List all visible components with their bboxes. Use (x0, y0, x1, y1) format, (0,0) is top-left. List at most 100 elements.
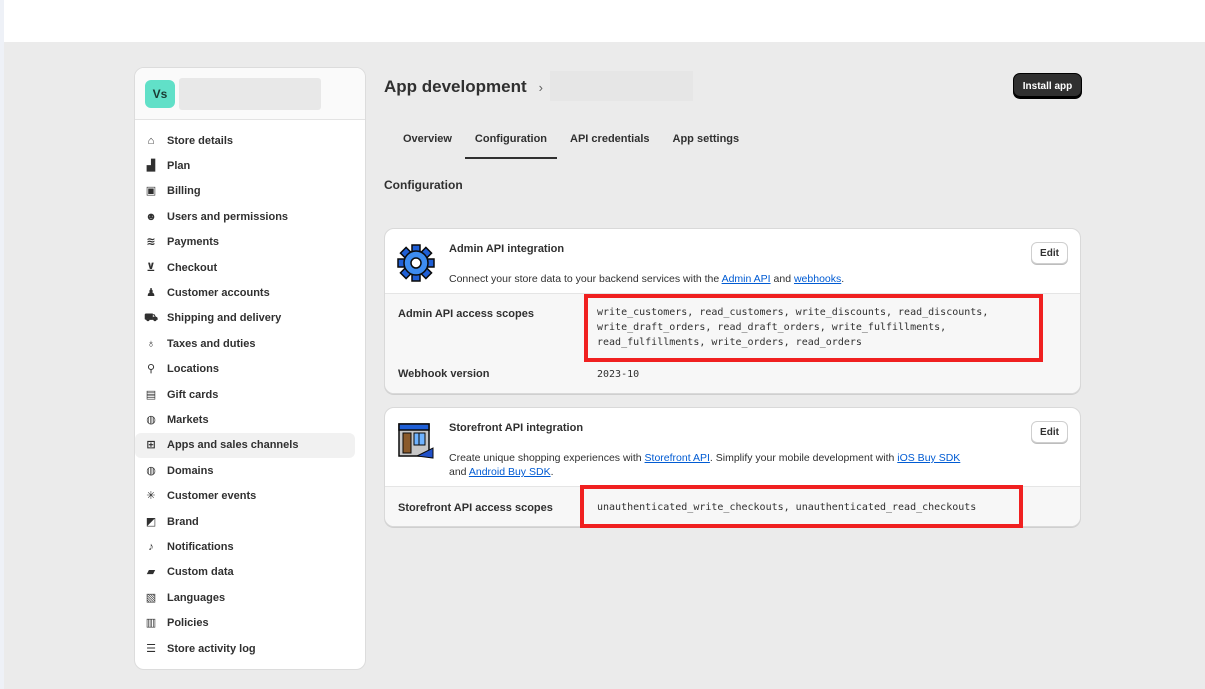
sidebar-item[interactable]: ♁ Taxes and duties (135, 331, 355, 356)
chevron-right-icon: › (538, 79, 543, 95)
sidebar-item[interactable]: ▧ Languages (135, 585, 355, 610)
settings-nav: ⌂ Store details ▟ Plan ▣ Billing ☻ Users and pe… (135, 120, 365, 661)
edit-storefront-api-button[interactable]: Edit (1031, 421, 1068, 443)
desc-text: . (550, 466, 554, 478)
sidebar-item[interactable]: ♟ Customer accounts (135, 280, 355, 305)
admin-api-title: Admin API integration (449, 243, 565, 255)
sidebar-item[interactable]: ☻ Users and permissions (135, 204, 355, 229)
brand-icon: ◩ (145, 515, 157, 528)
webhooks-link[interactable]: webhooks (794, 273, 841, 285)
top-bar (4, 0, 1205, 42)
tab-configuration[interactable]: Configuration (464, 127, 558, 159)
policies-icon: ▥ (145, 617, 157, 630)
gear-icon (397, 244, 435, 282)
sidebar-item[interactable]: ⚲ Locations (135, 357, 355, 382)
sidebar-item-label: Custom data (167, 566, 234, 579)
sidebar-item-label: Payments (167, 236, 219, 249)
sidebar-item[interactable]: ◩ Brand (135, 509, 355, 534)
webhook-value: 2023-10 (597, 369, 640, 380)
sidebar-item-label: Domains (167, 464, 214, 477)
tab-api-credentials[interactable]: API credentials (560, 127, 659, 159)
tab-bar: Overview Configuration API credentials A… (393, 127, 752, 159)
store-name-redacted (179, 77, 321, 110)
sidebar-item-label: Plan (167, 160, 191, 173)
sidebar-item-label: Customer accounts (167, 287, 270, 300)
page-title: App development › (384, 77, 543, 97)
sidebar-item-label: Languages (167, 591, 226, 604)
edit-admin-api-button[interactable]: Edit (1031, 242, 1068, 264)
sidebar-item-label: Shipping and delivery (167, 312, 282, 325)
desc-text: Connect your store data to your backend … (449, 273, 722, 285)
language-icon: ▧ (145, 591, 157, 604)
desc-text: and (770, 273, 794, 285)
events-icon: ✳ (146, 490, 156, 503)
sidebar-item[interactable]: ▥ Policies (135, 610, 355, 635)
sidebar-item-label: Brand (167, 515, 199, 528)
android-buy-sdk-link[interactable]: Android Buy SDK (469, 466, 551, 478)
billing-icon: ▣ (145, 185, 157, 198)
admin-api-link[interactable]: Admin API (722, 273, 771, 285)
desc-text: Create unique shopping experiences with (449, 452, 645, 464)
sidebar-item[interactable]: ▤ Gift cards (135, 382, 355, 407)
store-switcher[interactable]: Vs (135, 68, 365, 120)
sidebar-item-label: Customer events (167, 490, 257, 503)
storefront-api-link[interactable]: Storefront API (645, 452, 710, 464)
plan-icon: ▟ (146, 160, 156, 173)
storefront-scopes-highlight (580, 485, 1023, 528)
tab-overview[interactable]: Overview (393, 127, 462, 159)
list-icon: ☰ (146, 642, 156, 655)
sidebar-item[interactable]: ◍ Domains (135, 458, 355, 483)
webhook-label: Webhook version (398, 368, 490, 380)
storefront-scopes-label: Storefront API access scopes (398, 502, 553, 514)
person-icon: ♟ (146, 287, 156, 300)
sidebar-item-label: Policies (167, 617, 209, 630)
sidebar-item[interactable]: ≋ Payments (135, 230, 355, 255)
sidebar-item[interactable]: ✳ Customer events (135, 483, 355, 508)
sidebar-item[interactable]: ♪ Notifications (135, 534, 355, 559)
globe-icon: ◍ (146, 464, 156, 477)
sidebar-item[interactable]: ⌂ Store details (135, 128, 355, 153)
avatar: Vs (145, 79, 175, 108)
ios-buy-sdk-link[interactable]: iOS Buy SDK (897, 452, 960, 464)
tab-app-settings[interactable]: App settings (663, 127, 750, 159)
sidebar-item-label: Store details (167, 134, 234, 147)
bell-icon: ♪ (148, 540, 154, 553)
settings-sidebar: Vs ⌂ Store details ▟ Plan ▣ Billing ☻ Users and… (134, 67, 366, 670)
sidebar-item[interactable]: ⛟ Shipping and delivery (135, 306, 355, 331)
cart-icon: ⊻ (146, 261, 156, 274)
payments-icon: ≋ (146, 236, 156, 249)
taxes-icon: ♁ (146, 337, 156, 350)
sidebar-item[interactable]: ▣ Billing (135, 179, 355, 204)
admin-scopes-highlight (584, 294, 1043, 362)
app-name-redacted (550, 71, 693, 101)
apps-icon: ⊞ (146, 439, 156, 452)
sidebar-item-label: Store activity log (167, 642, 256, 655)
sidebar-item-label: Checkout (167, 261, 218, 274)
sidebar-item-label: Users and permissions (167, 210, 289, 223)
store-icon: ⌂ (147, 134, 155, 147)
install-app-button[interactable]: Install app (1014, 74, 1081, 98)
page-title-text: App development (384, 77, 527, 96)
custom-data-icon: ▰ (146, 566, 156, 579)
sidebar-item[interactable]: ⊞ Apps and sales channels (135, 432, 355, 459)
sidebar-item-label: Gift cards (167, 388, 219, 401)
sidebar-item[interactable]: ▰ Custom data (135, 560, 355, 585)
truck-icon: ⛟ (144, 312, 158, 325)
storefront-api-description: Create unique shopping experiences with … (449, 451, 960, 479)
sidebar-item[interactable]: ▟ Plan (135, 153, 355, 178)
desc-text: and (449, 466, 469, 478)
sidebar-item[interactable]: ◍ Markets (135, 407, 355, 432)
sidebar-item-label: Billing (167, 185, 201, 198)
users-icon: ☻ (145, 210, 157, 223)
sidebar-item[interactable]: ⊻ Checkout (135, 255, 355, 280)
section-title: Configuration (384, 178, 463, 192)
sidebar-item-label: Apps and sales channels (167, 439, 299, 452)
globe-icon: ◍ (146, 413, 156, 426)
sidebar-item-label: Locations (167, 363, 219, 376)
sidebar-item[interactable]: ☰ Store activity log (135, 636, 355, 661)
location-icon: ⚲ (146, 363, 156, 376)
desc-text: . Simplify your mobile development with (709, 452, 898, 464)
desc-text: . (841, 273, 845, 285)
gift-card-icon: ▤ (145, 388, 157, 401)
admin-api-description: Connect your store data to your backend … (449, 273, 844, 285)
